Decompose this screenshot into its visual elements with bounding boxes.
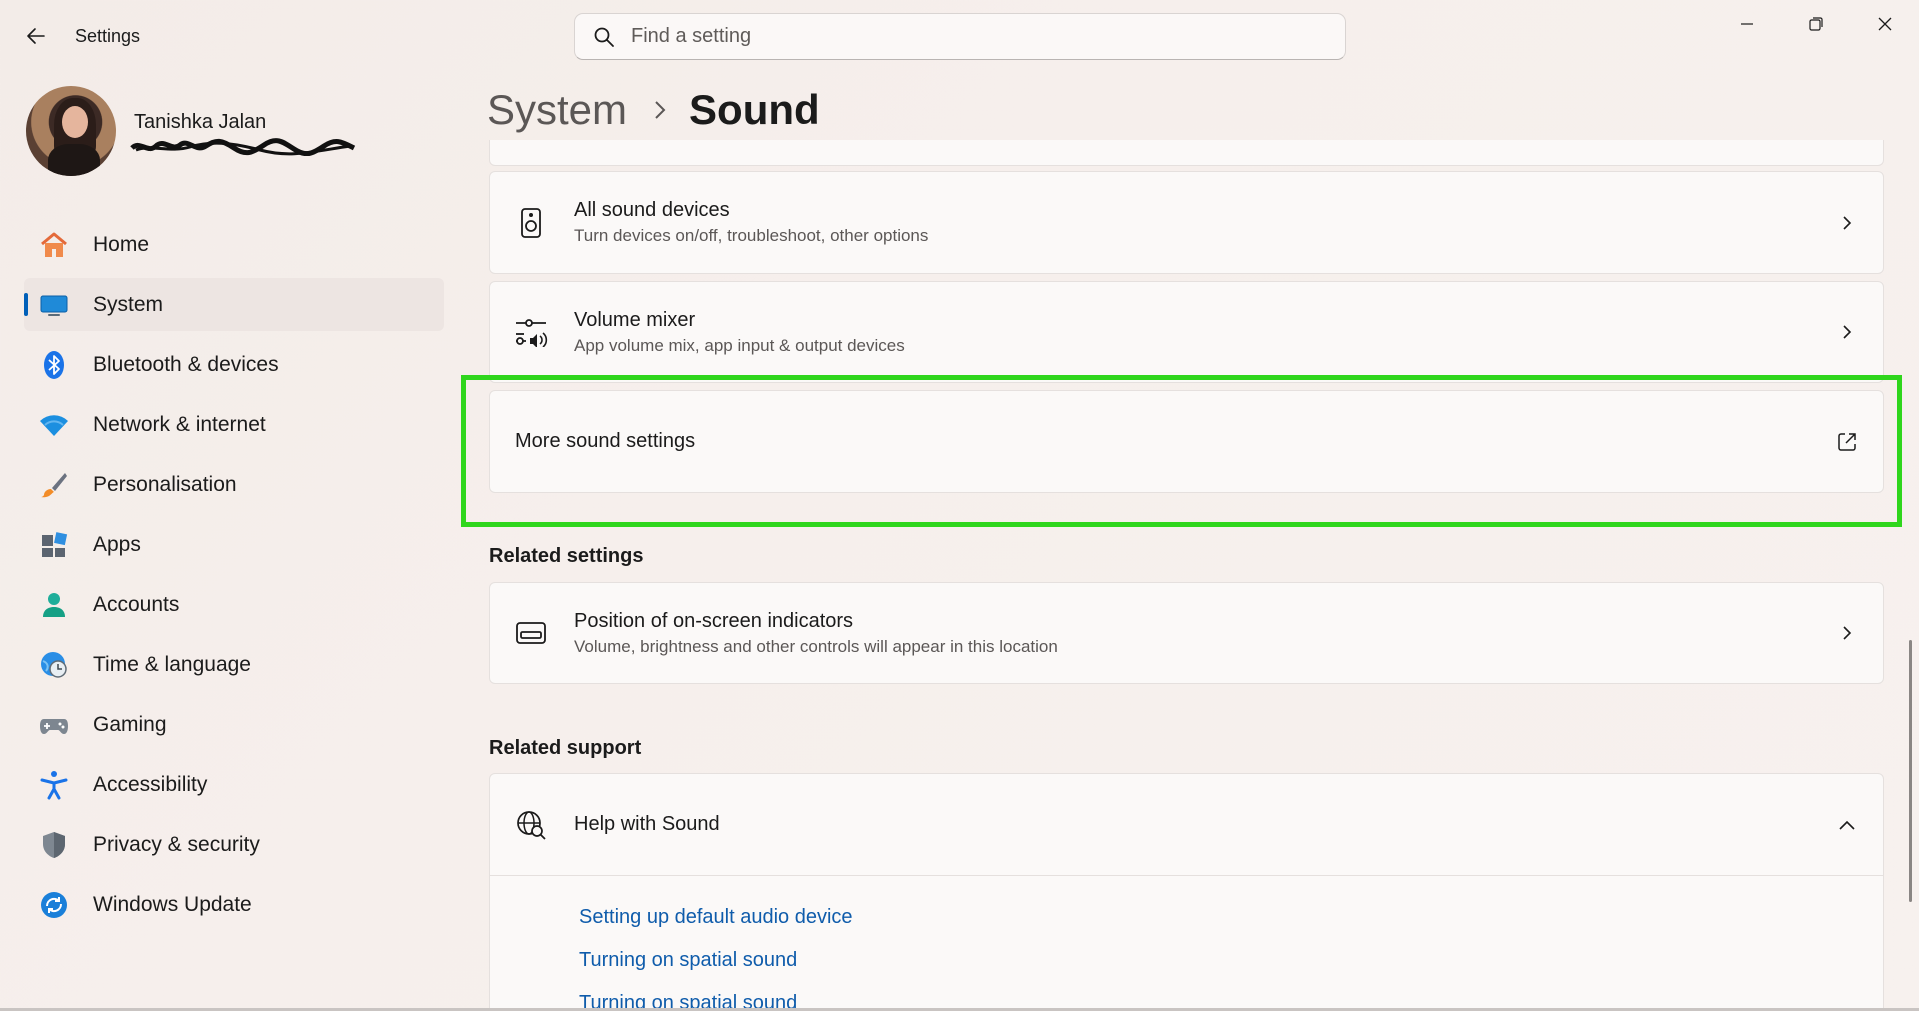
- all-sound-devices-card[interactable]: All sound devices Turn devices on/off, t…: [489, 171, 1884, 274]
- card-title: Volume mixer: [574, 308, 696, 331]
- card-title: All sound devices: [574, 199, 730, 221]
- chevron-right-icon: [1827, 203, 1867, 243]
- chevron-right-icon: [1827, 312, 1867, 352]
- expander-title: Help with Sound: [574, 813, 720, 835]
- expander-header[interactable]: Help with Sound: [490, 774, 1883, 876]
- help-with-sound-expander: Help with Sound Setting up default audio…: [489, 773, 1884, 1011]
- chevron-up-icon[interactable]: [1827, 805, 1867, 845]
- chevron-right-icon: [1827, 613, 1867, 653]
- indicator-position-icon: [514, 616, 548, 650]
- volume-mixer-card[interactable]: Volume mixer App volume mix, app input &…: [489, 281, 1884, 383]
- help-link[interactable]: Setting up default audio device: [579, 906, 1883, 929]
- card-subtitle: Turn devices on/off, troubleshoot, other…: [574, 226, 929, 245]
- card-subtitle: App volume mix, app input & output devic…: [574, 335, 905, 355]
- highlight-box: [461, 375, 1902, 527]
- speaker-icon: [514, 206, 548, 240]
- position-indicators-card[interactable]: Position of on-screen indicators Volume,…: [489, 582, 1884, 684]
- mixer-icon: [514, 315, 548, 349]
- related-support-heading: Related support: [489, 737, 642, 759]
- previous-card-edge: [489, 140, 1884, 166]
- globe-search-icon: [514, 808, 548, 842]
- card-title: Position of on-screen indicators: [574, 609, 854, 632]
- scrollbar-thumb[interactable]: [1909, 640, 1912, 902]
- help-link[interactable]: Turning on spatial sound: [579, 949, 1883, 972]
- help-links: Setting up default audio device Turning …: [490, 876, 1883, 1011]
- card-subtitle: Volume, brightness and other controls wi…: [574, 636, 1058, 656]
- main-content: All sound devices Turn devices on/off, t…: [0, 0, 1919, 1011]
- related-settings-heading: Related settings: [489, 545, 644, 567]
